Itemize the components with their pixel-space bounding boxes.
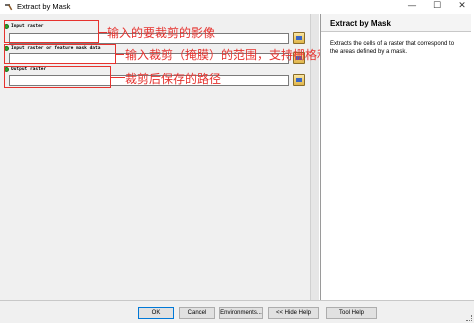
button-bar: OK Cancel Environments... << Hide Help T… (0, 300, 474, 323)
window-title: Extract by Mask (17, 2, 71, 11)
input-raster-browse-folder-icon[interactable] (293, 32, 305, 44)
annotation-input-raster: 输入的要裁剪的影像 (107, 26, 216, 40)
tool-help-button[interactable]: Tool Help (326, 307, 377, 319)
hammer-icon (5, 4, 13, 11)
help-description: Extracts the cells of a raster that corr… (330, 41, 455, 55)
help-title: Extract by Mask (321, 14, 471, 32)
hide-help-button[interactable]: << Hide Help (268, 307, 319, 319)
ok-button[interactable]: OK (138, 307, 174, 319)
title-bar: Extract by Mask — ☐ ✕ (0, 0, 474, 14)
cancel-button[interactable]: Cancel (179, 307, 215, 319)
resize-grip-icon[interactable] (466, 315, 472, 321)
maximize-button[interactable]: ☐ (430, 0, 444, 14)
annotation-line (116, 54, 124, 55)
annotation-line (99, 32, 107, 33)
close-button[interactable]: ✕ (455, 0, 469, 14)
annotation-box-mask-data (4, 44, 116, 64)
minimize-button[interactable]: — (405, 0, 419, 14)
environments-button[interactable]: Environments... (219, 307, 263, 319)
help-pane: Extract by Mask Extracts the cells of a … (320, 14, 471, 300)
output-raster-browse-folder-icon[interactable] (293, 74, 305, 86)
annotation-line (111, 77, 125, 78)
annotation-mask-data: 输入裁剪（掩膜）的范围，支持栅格和矢量 (125, 48, 354, 62)
annotation-output-raster: 裁剪后保存的路径 (125, 72, 222, 86)
annotation-box-output-raster (4, 66, 111, 88)
annotation-box-input-raster (4, 20, 99, 43)
